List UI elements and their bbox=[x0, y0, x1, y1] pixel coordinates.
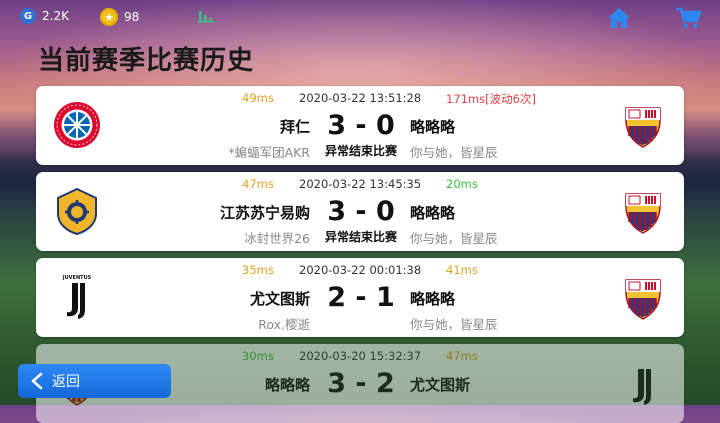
ping-left: 30ms bbox=[242, 349, 274, 363]
ping-right: 20ms bbox=[446, 177, 478, 191]
team-right: 略略略 bbox=[410, 204, 456, 222]
g-points-stat: G 2.2K bbox=[20, 8, 69, 24]
player-left: Rox.樱逝 bbox=[258, 317, 310, 332]
team-right: 略略略 bbox=[410, 118, 456, 136]
suning-logo-icon bbox=[57, 187, 97, 236]
team-left: 尤文图斯 bbox=[249, 290, 310, 308]
g-points-icon: G bbox=[20, 8, 36, 24]
match-status: 异常结束比赛 bbox=[324, 230, 397, 244]
team-left: 略略略 bbox=[264, 376, 310, 394]
match-card[interactable]: JUVENTUS 35ms 2020-03-22 00:01:38 41ms 尤… bbox=[36, 258, 684, 337]
ping-left: 35ms bbox=[242, 263, 274, 277]
ping-right: 171ms[波动6次] bbox=[446, 92, 536, 106]
team-right: 尤文图斯 bbox=[410, 376, 471, 394]
score: 3 - 0 bbox=[327, 196, 395, 227]
coins-value: 98 bbox=[124, 10, 140, 24]
match-time: 2020-03-20 15:32:37 bbox=[299, 349, 422, 363]
ping-left: 49ms bbox=[242, 91, 274, 105]
player-left: *蝙蝠军团AKR bbox=[228, 145, 310, 160]
ping-right: 41ms bbox=[446, 263, 478, 277]
score: 3 - 2 bbox=[327, 368, 395, 399]
g-points-value: 2.2K bbox=[42, 9, 69, 23]
cart-icon[interactable] bbox=[674, 6, 702, 30]
juventus-logo-icon bbox=[633, 369, 651, 405]
chevron-left-icon bbox=[31, 372, 43, 390]
bayern-logo-icon bbox=[54, 102, 100, 148]
ping-left: 47ms bbox=[242, 177, 274, 191]
player-left: 冰封世界26 bbox=[244, 231, 310, 246]
top-bar: G 2.2K ★ 98 bbox=[0, 0, 720, 34]
match-card[interactable]: 49ms 2020-03-22 13:51:28 171ms[波动6次] 拜仁 … bbox=[36, 86, 684, 165]
barcelona-logo-icon bbox=[625, 193, 661, 234]
back-button[interactable]: 返回 bbox=[18, 364, 171, 398]
page-title: 当前赛季比赛历史 bbox=[38, 46, 255, 76]
match-time: 2020-03-22 00:01:38 bbox=[299, 263, 422, 277]
player-right: 你与她，皆星辰 bbox=[410, 317, 498, 332]
match-status: 异常结束比赛 bbox=[324, 144, 397, 158]
juventus-logo-icon: JUVENTUS bbox=[62, 275, 92, 319]
team-left: 拜仁 bbox=[279, 118, 310, 136]
svg-text:JUVENTUS: JUVENTUS bbox=[62, 275, 92, 281]
match-time: 2020-03-22 13:51:28 bbox=[299, 91, 422, 105]
match-time: 2020-03-22 13:45:35 bbox=[299, 177, 422, 191]
ping-right: 47ms bbox=[446, 349, 478, 363]
coin-icon: ★ bbox=[100, 8, 118, 26]
player-right: 你与她，皆星辰 bbox=[410, 145, 498, 160]
barcelona-logo-icon bbox=[625, 107, 661, 148]
score: 2 - 1 bbox=[327, 282, 395, 313]
match-card[interactable]: 47ms 2020-03-22 13:45:35 20ms 江苏苏宁易购 3 -… bbox=[36, 172, 684, 251]
barcelona-logo-icon bbox=[625, 279, 661, 320]
home-icon[interactable] bbox=[606, 6, 632, 30]
signal-icon bbox=[198, 11, 214, 23]
team-left: 江苏苏宁易购 bbox=[219, 204, 310, 222]
player-right: 你与她，皆星辰 bbox=[410, 231, 498, 246]
coins-stat: ★ 98 bbox=[100, 8, 139, 26]
score: 3 - 0 bbox=[327, 110, 395, 141]
back-button-label: 返回 bbox=[52, 374, 80, 390]
team-right: 略略略 bbox=[410, 290, 456, 308]
